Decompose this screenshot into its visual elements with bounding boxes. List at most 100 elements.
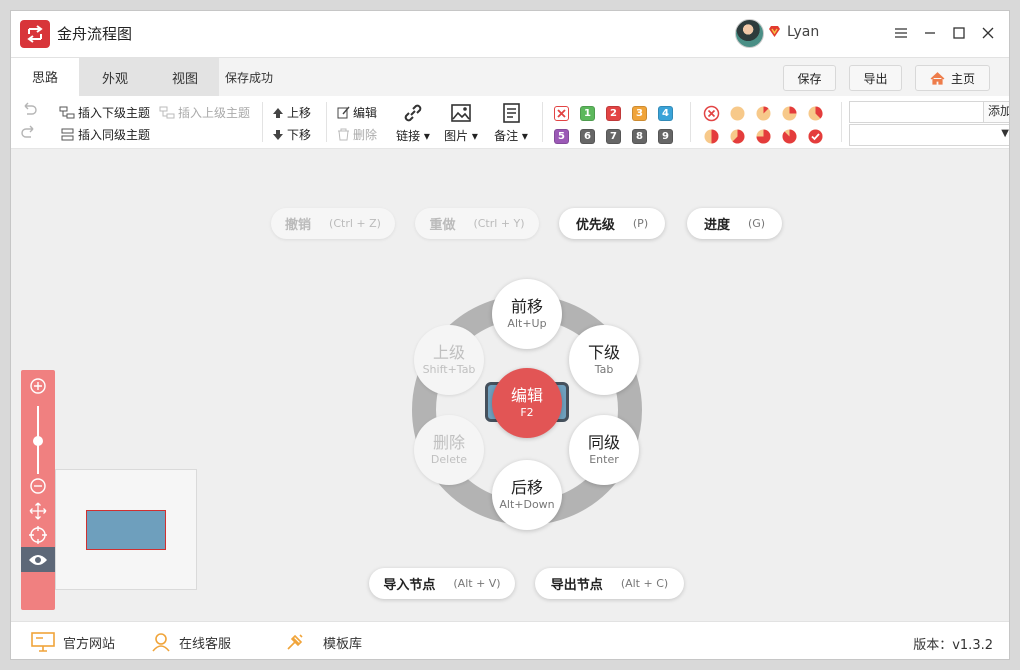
tag-input[interactable]	[849, 101, 984, 123]
progress-63-icon[interactable]	[729, 128, 746, 145]
app-title: 金舟流程图	[57, 25, 133, 43]
toolbar: 插入下级主题 插入上级主题 插入同级主题 上移 下移 编辑 删除 链接 ▾ 图片…	[11, 96, 1009, 149]
tag-select[interactable]: ▼	[849, 124, 1009, 146]
progress-75-icon[interactable]	[755, 128, 772, 145]
priority-7-icon[interactable]: 7	[606, 129, 621, 144]
locate-center-icon[interactable]	[29, 526, 47, 544]
template-library-link[interactable]: 模板库	[285, 632, 362, 652]
insert-parent-topic-button[interactable]: 插入上级主题	[159, 104, 250, 121]
insert-parent-icon	[159, 106, 175, 119]
home-button[interactable]: 主页	[915, 65, 990, 91]
edit-node-button[interactable]: 编辑 F2	[492, 368, 562, 438]
zoom-slider-handle[interactable]	[33, 436, 43, 446]
add-parent-button[interactable]: 上级 Shift+Tab	[414, 325, 484, 395]
zoom-toolbar	[21, 370, 55, 610]
maximize-icon[interactable]	[948, 22, 970, 44]
note-button[interactable]: 备注 ▾	[491, 102, 531, 144]
tag-add-button[interactable]: 添加	[984, 101, 1009, 123]
zoom-in-icon[interactable]	[29, 377, 47, 395]
move-up-button[interactable]: 上移	[272, 104, 311, 121]
insert-child-topic-button[interactable]: 插入下级主题	[59, 104, 150, 121]
progress-100-icon[interactable]	[807, 128, 824, 145]
priority-8-icon[interactable]: 8	[632, 129, 647, 144]
app-window: 金舟流程图 Lyan 思路 外观 视图 保存成功 保存 导出 主页 插入下级主题…	[10, 10, 1010, 660]
progress-0-icon[interactable]	[729, 105, 746, 122]
footer: 官方网站 在线客服 模板库 版本：v1.3.2	[11, 621, 1009, 659]
eye-icon	[29, 554, 47, 565]
insert-sibling-topic-button[interactable]: 插入同级主题	[59, 126, 150, 143]
save-status: 保存成功	[225, 71, 274, 85]
toolbar-separator	[262, 102, 263, 142]
insert-child-icon	[59, 106, 75, 119]
progress-88-icon[interactable]	[781, 128, 798, 145]
home-label: 主页	[950, 71, 975, 86]
progress-25-icon[interactable]	[781, 105, 798, 122]
menu-icon[interactable]	[890, 22, 912, 44]
support-agent-icon	[152, 633, 170, 652]
mindmap-canvas[interactable]: 撤销 (Ctrl + Z) 重做 (Ctrl + Y) 优先级 (P) 进度 (G) 前…	[11, 149, 1009, 621]
user-avatar[interactable]	[735, 19, 764, 48]
template-brush-icon	[287, 634, 303, 650]
chevron-down-icon: ▼	[1001, 128, 1009, 139]
monitor-icon	[31, 632, 55, 652]
note-icon	[503, 103, 520, 123]
tab-appearance[interactable]: 外观	[79, 58, 151, 96]
minimize-icon[interactable]	[919, 22, 941, 44]
edit-button[interactable]: 编辑	[337, 104, 377, 121]
pan-move-icon[interactable]	[29, 502, 47, 520]
export-node-pill-button[interactable]: 导出节点 (Alt + C)	[535, 568, 684, 599]
minimap[interactable]	[55, 469, 197, 590]
vip-badge-icon	[769, 26, 780, 37]
priority-pill-button[interactable]: 优先级 (P)	[559, 208, 665, 239]
priority-9-icon[interactable]: 9	[658, 129, 673, 144]
priority-3-icon[interactable]: 3	[632, 106, 647, 121]
progress-pill-button[interactable]: 进度 (G)	[687, 208, 782, 239]
redo-arrow-icon[interactable]	[21, 125, 37, 139]
undo-pill-button[interactable]: 撤销 (Ctrl + Z)	[271, 208, 395, 239]
progress-50-icon[interactable]	[703, 128, 720, 145]
minimap-toggle-button[interactable]	[21, 547, 55, 572]
tab-thinking[interactable]: 思路	[11, 58, 79, 96]
delete-button[interactable]: 删除	[337, 126, 377, 143]
edit-icon	[337, 106, 350, 119]
username[interactable]: Lyan	[787, 24, 819, 40]
online-support-link[interactable]: 在线客服	[151, 632, 231, 652]
move-forward-button[interactable]: 前移 Alt+Up	[492, 279, 562, 349]
priority-2-icon[interactable]: 2	[606, 106, 621, 121]
minimap-viewport[interactable]	[86, 510, 166, 550]
arrow-down-icon	[273, 129, 283, 140]
progress-38-icon[interactable]	[807, 105, 824, 122]
redo-pill-button[interactable]: 重做 (Ctrl + Y)	[415, 208, 539, 239]
link-icon	[404, 104, 422, 122]
zoom-out-icon[interactable]	[29, 477, 47, 495]
image-button[interactable]: 图片 ▾	[441, 102, 481, 144]
toolbar-separator	[542, 102, 543, 142]
image-icon	[451, 104, 471, 122]
priority-1-icon[interactable]: 1	[580, 106, 595, 121]
undo-arrow-icon[interactable]	[21, 102, 37, 116]
clear-priority-icon[interactable]	[554, 106, 569, 121]
export-button[interactable]: 导出	[849, 65, 902, 91]
insert-sibling-icon	[61, 128, 74, 141]
tab-view[interactable]: 视图	[151, 58, 219, 96]
close-icon[interactable]	[977, 22, 999, 44]
title-bar: 金舟流程图 Lyan	[11, 11, 1009, 57]
move-backward-button[interactable]: 后移 Alt+Down	[492, 460, 562, 530]
add-sibling-button[interactable]: 同级 Enter	[569, 415, 639, 485]
tab-bar: 思路 外观 视图 保存成功 保存 导出 主页	[11, 57, 1009, 96]
move-down-button[interactable]: 下移	[272, 126, 311, 143]
toolbar-separator	[841, 102, 842, 142]
priority-4-icon[interactable]: 4	[658, 106, 673, 121]
clear-progress-icon[interactable]	[703, 105, 720, 122]
official-website-link[interactable]: 官方网站	[31, 632, 115, 652]
progress-13-icon[interactable]	[755, 105, 772, 122]
trash-icon	[338, 128, 349, 141]
priority-5-icon[interactable]: 5	[554, 129, 569, 144]
arrow-up-icon	[273, 107, 283, 118]
save-button[interactable]: 保存	[783, 65, 836, 91]
add-child-button[interactable]: 下级 Tab	[569, 325, 639, 395]
import-node-pill-button[interactable]: 导入节点 (Alt + V)	[369, 568, 515, 599]
priority-6-icon[interactable]: 6	[580, 129, 595, 144]
link-button[interactable]: 链接 ▾	[393, 102, 433, 144]
delete-node-button[interactable]: 删除 Delete	[414, 415, 484, 485]
